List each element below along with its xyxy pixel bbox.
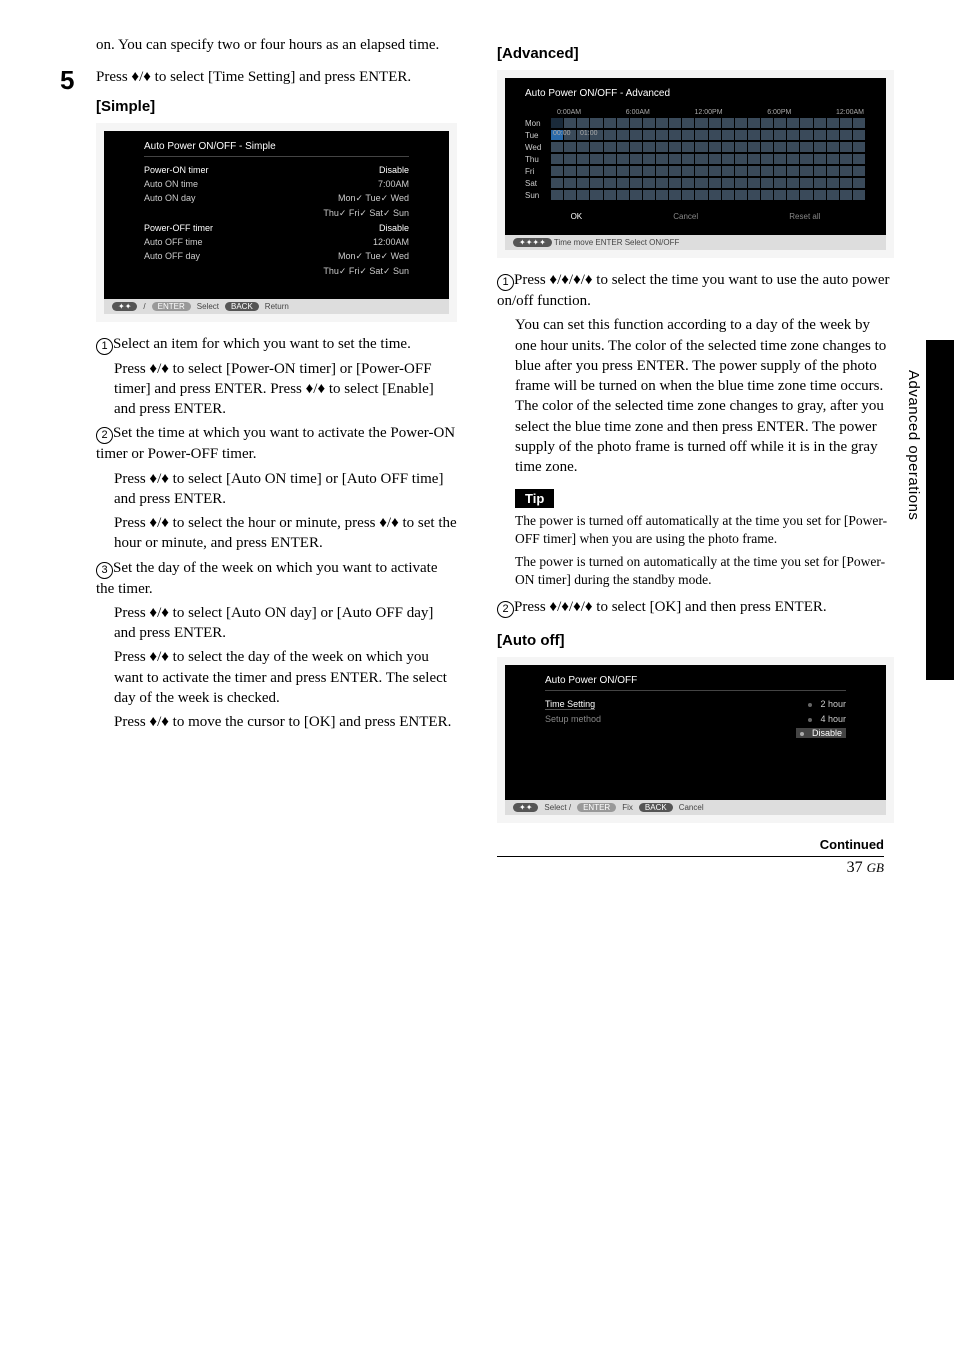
autooff-osd: Auto Power ON/OFF Time Setting 2 hour Se… — [497, 657, 894, 823]
simple-3b: Press ♦/♦ to select [Auto ON day] or [Au… — [114, 603, 457, 644]
adv-1a: Press ♦/♦/♦/♦ to select the time you wan… — [497, 272, 890, 309]
autooff-heading: [Auto off] — [497, 632, 894, 649]
arrows-icon: ✦✦ — [513, 803, 538, 812]
tip-badge: Tip — [515, 489, 554, 508]
step5-text: Press ♦/♦ to select [Time Setting] and p… — [96, 67, 457, 87]
simple-1a: Select an item for which you want to set… — [113, 336, 411, 352]
advanced-heading: [Advanced] — [497, 45, 894, 62]
simple-2a: Set the time at which you want to activa… — [96, 425, 455, 462]
simple-osd: Auto Power ON/OFF - Simple Power-ON time… — [96, 123, 457, 322]
simple-2c: Press ♦/♦ to select the hour or minute, … — [114, 513, 457, 554]
simple-osd-title: Auto Power ON/OFF - Simple — [144, 141, 409, 157]
hidden-step-num — [60, 35, 82, 59]
step-number-5: 5 — [60, 67, 82, 736]
intro-text: on. You can specify two or four hours as… — [96, 35, 457, 55]
adv-1b: You can set this function according to a… — [515, 315, 894, 477]
simple-3a: Set the day of the week on which you wan… — [96, 560, 438, 597]
tip-text-1: The power is turned off automatically at… — [515, 512, 894, 548]
continued-label: Continued — [497, 837, 884, 852]
adv-circled-1: 1 — [497, 274, 514, 291]
simple-3c: Press ♦/♦ to select the day of the week … — [114, 647, 457, 708]
autooff-osd-title: Auto Power ON/OFF — [545, 675, 846, 691]
circled-3: 3 — [96, 562, 113, 579]
circled-1: 1 — [96, 338, 113, 355]
region-code: GB — [867, 860, 884, 875]
advanced-osd-title: Auto Power ON/OFF - Advanced — [525, 88, 866, 103]
simple-2b: Press ♦/♦ to select [Auto ON time] or [A… — [114, 469, 457, 510]
circled-2: 2 — [96, 427, 113, 444]
autooff-osd-footer: ✦✦ Select / ENTER Fix BACK Cancel — [505, 800, 886, 815]
simple-1b: Press ♦/♦ to select [Power-ON timer] or … — [114, 359, 457, 420]
advanced-osd-footer: ✦✦✦✦ Time move ENTER Select ON/OFF — [505, 235, 886, 250]
page-number: 37 — [847, 859, 863, 876]
right-column: [Advanced] Auto Power ON/OFF - Advanced … — [497, 35, 894, 877]
simple-3d: Press ♦/♦ to move the cursor to [OK] and… — [114, 712, 457, 732]
arrows-icon: ✦✦ — [112, 302, 137, 311]
adv-circled-2: 2 — [497, 601, 514, 618]
tip-text-2: The power is turned on automatically at … — [515, 553, 894, 589]
simple-osd-footer: ✦✦/ ENTER Select BACK Return — [104, 299, 449, 314]
adv-2: Press ♦/♦/♦/♦ to select [OK] and then pr… — [514, 599, 827, 615]
simple-heading: [Simple] — [96, 98, 457, 115]
page-footer: Continued 37 GB — [497, 837, 894, 877]
left-column: on. You can specify two or four hours as… — [60, 35, 457, 877]
arrows-icon: ✦✦✦✦ — [513, 238, 552, 247]
advanced-osd: Auto Power ON/OFF - Advanced 0:00AM 6:00… — [497, 70, 894, 258]
